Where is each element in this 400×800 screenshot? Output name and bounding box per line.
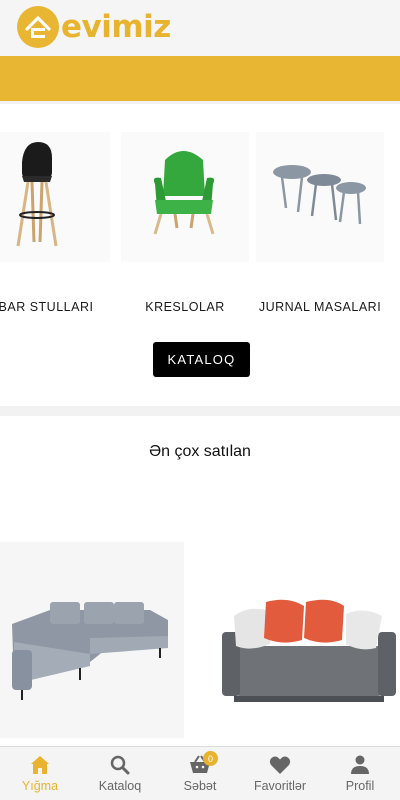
- product-card-corner-sofa[interactable]: [0, 542, 184, 738]
- armchair-image: [121, 132, 249, 262]
- nav-profile[interactable]: Profil: [320, 747, 400, 800]
- nav-basket[interactable]: 0 Səbət: [160, 747, 240, 800]
- nav-label: Səbət: [183, 779, 217, 793]
- search-icon: [110, 755, 130, 775]
- heart-icon: [269, 756, 291, 774]
- header: evimiz: [0, 0, 400, 56]
- person-icon: [351, 755, 369, 774]
- category-card-coffee-tables[interactable]: JURNAL MASALARI: [256, 104, 386, 324]
- nav-label: Favoritlər: [253, 779, 307, 793]
- category-label: BAR STULLARI: [0, 300, 94, 314]
- basket-count-badge: 0: [203, 751, 218, 766]
- best-sellers-section: Ən çox satılan: [0, 416, 400, 746]
- nav-label: Kataloq: [98, 779, 142, 793]
- product-card-sofa-pillows[interactable]: [214, 592, 400, 722]
- home-icon: [31, 756, 49, 774]
- brand-logo[interactable]: evimiz: [16, 4, 171, 50]
- bar-stool-image: [0, 132, 110, 262]
- sofa-orange-pillows-image: [222, 599, 396, 702]
- brand-name: evimiz: [61, 9, 171, 45]
- category-card-armchairs[interactable]: KRESLOLAR: [121, 104, 251, 324]
- category-label: KRESLOLAR: [145, 300, 225, 314]
- nav-catalog[interactable]: Kataloq: [80, 747, 160, 800]
- nav-favorites[interactable]: Favoritlər: [240, 747, 320, 800]
- catalog-button[interactable]: KATALOQ: [153, 342, 250, 377]
- category-label: JURNAL MASALARI: [258, 300, 382, 314]
- nav-label: Yığma: [21, 779, 59, 793]
- categories-section: BAR STULLARI KRESLOLAR JURNAL MASALARI K…: [0, 104, 400, 406]
- section-title: Ən çox satılan: [149, 443, 251, 460]
- house-logo-icon: [17, 6, 59, 48]
- sofa-corner-image: [12, 602, 168, 700]
- promo-banner: [0, 56, 400, 101]
- coffee-tables-image: [256, 132, 384, 262]
- nav-home[interactable]: Yığma: [0, 747, 80, 800]
- bottom-navigation: Yığma Kataloq 0 Səbət Favoritlər Profil: [0, 746, 400, 800]
- app-screen: evimiz BAR STULLARI KRESLOLAR JURNAL MAS…: [0, 0, 400, 800]
- category-card-bar-stools[interactable]: BAR STULLARI: [0, 104, 112, 324]
- nav-label: Profil: [345, 779, 375, 793]
